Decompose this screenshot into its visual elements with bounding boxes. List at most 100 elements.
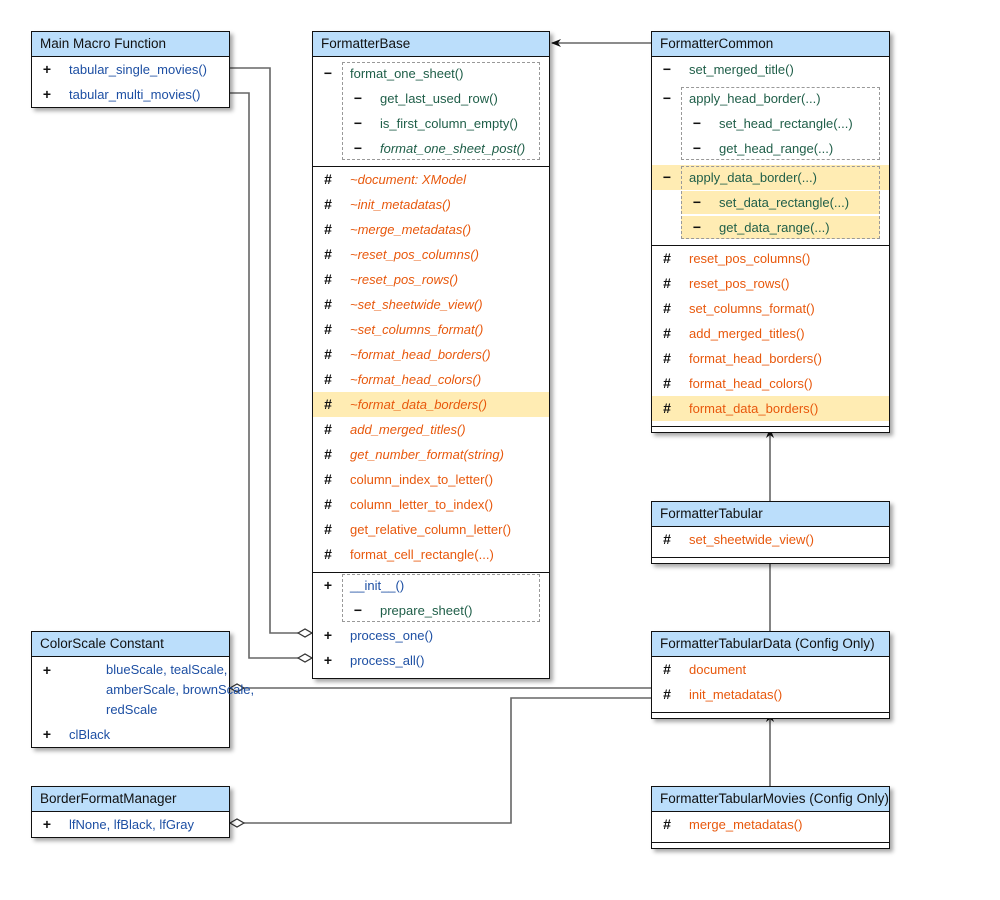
- member-text: merge_metadatas(): [689, 817, 803, 832]
- visibility-marker: #: [324, 496, 332, 512]
- member-text: set_data_rectangle(...): [719, 195, 850, 210]
- aggregation-diamond-icon: [296, 653, 314, 663]
- visibility-marker: #: [663, 661, 671, 677]
- member-text: __init__(): [350, 578, 405, 593]
- member-row: + __init__(): [313, 573, 549, 598]
- class-section: # ~document: XModel # ~init_metadatas() # ~me…: [313, 167, 549, 573]
- class-box-movies: FormatterTabularMovies (Config Only) # mer…: [651, 786, 890, 849]
- visibility-marker: #: [324, 346, 332, 362]
- member-text: format_one_sheet(): [350, 66, 464, 81]
- visibility-marker: #: [663, 686, 671, 702]
- visibility-marker: −: [662, 61, 672, 77]
- member-row: − set_head_rectangle(...): [652, 111, 889, 136]
- visibility-marker: #: [663, 325, 671, 341]
- member-text: process_all(): [350, 653, 425, 668]
- member-row: # ~reset_pos_columns(): [313, 242, 549, 267]
- member-row: # format_head_colors(): [652, 371, 889, 396]
- member-text: blueScale, tealScale, amberScale, brownS…: [106, 661, 255, 717]
- visibility-marker: #: [663, 350, 671, 366]
- member-text: set_merged_title(): [689, 62, 794, 77]
- member-row: # ~reset_pos_rows(): [313, 267, 549, 292]
- member-row: − prepare_sheet(): [313, 598, 549, 623]
- class-section: # reset_pos_columns() # reset_pos_rows() # se…: [652, 246, 889, 427]
- visibility-marker: #: [324, 546, 332, 562]
- visibility-marker: +: [323, 652, 333, 668]
- class-section: # set_sheetwide_view(): [652, 527, 889, 558]
- member-text: ~merge_metadatas(): [350, 222, 472, 237]
- member-row: + process_all(): [313, 648, 549, 673]
- member-text: format_one_sheet_post(): [380, 141, 526, 156]
- class-section: − format_one_sheet() − get_last_used_row() −…: [313, 61, 549, 167]
- visibility-marker: #: [663, 531, 671, 547]
- visibility-marker: −: [662, 169, 672, 185]
- method-group: − format_one_sheet() − get_last_used_row() −…: [313, 61, 549, 161]
- member-row: # add_merged_titles(): [313, 417, 549, 442]
- visibility-marker: #: [324, 296, 332, 312]
- visibility-marker: +: [42, 61, 52, 77]
- member-row: # format_cell_rectangle(...): [313, 542, 549, 567]
- member-row: − format_one_sheet(): [313, 61, 549, 86]
- visibility-marker: −: [662, 90, 672, 106]
- method-group: − apply_data_border(...) − set_data_rectang…: [652, 165, 889, 240]
- visibility-marker: #: [324, 421, 332, 437]
- member-row: + blueScale, tealScale, amberScale, brown…: [32, 657, 254, 722]
- member-text: process_one(): [350, 628, 434, 643]
- visibility-marker: −: [692, 219, 702, 235]
- class-section: [652, 843, 889, 848]
- member-text: add_merged_titles(): [689, 326, 805, 341]
- member-row: # column_index_to_letter(): [313, 467, 549, 492]
- member-text: ~format_head_colors(): [350, 372, 482, 387]
- member-row: # format_data_borders(): [652, 396, 889, 421]
- member-text: format_data_borders(): [689, 401, 819, 416]
- member-row: − apply_data_border(...): [652, 165, 889, 190]
- member-text: lfNone, lfBlack, lfGray: [69, 817, 194, 832]
- member-row: + clBlack: [32, 722, 229, 747]
- member-row: # ~format_head_borders(): [313, 342, 549, 367]
- visibility-marker: +: [42, 726, 52, 742]
- member-row: # ~document: XModel: [313, 167, 549, 192]
- member-row: − set_data_rectangle(...): [652, 190, 889, 215]
- member-text: ~init_metadatas(): [350, 197, 451, 212]
- visibility-marker: −: [692, 194, 702, 210]
- visibility-marker: +: [42, 86, 52, 102]
- member-row: # format_head_borders(): [652, 346, 889, 371]
- visibility-marker: −: [353, 115, 363, 131]
- member-text: init_metadatas(): [689, 687, 783, 702]
- member-text: format_head_colors(): [689, 376, 813, 391]
- aggregation-diamond-icon: [228, 818, 246, 828]
- class-title: FormatterTabularData (Config Only): [652, 632, 889, 657]
- member-text: ~reset_pos_columns(): [350, 247, 479, 262]
- visibility-marker: #: [324, 521, 332, 537]
- member-text: apply_head_border(...): [689, 91, 821, 106]
- member-text: ~document: XModel: [350, 172, 466, 187]
- class-section: + lfNone, lfBlack, lfGray: [32, 812, 229, 837]
- class-box-main: Main Macro Function + tabular_single_movie…: [31, 31, 230, 108]
- member-row: # get_number_format(string): [313, 442, 549, 467]
- member-text: document: [689, 662, 747, 677]
- visibility-marker: +: [42, 816, 52, 832]
- class-title: FormatterTabularMovies (Config Only): [652, 787, 889, 812]
- class-section: + blueScale, tealScale, amberScale, brown…: [32, 657, 254, 747]
- class-box-tabdata: FormatterTabularData (Config Only) # docum…: [651, 631, 890, 719]
- class-section: − set_merged_title() − apply_head_border(..…: [652, 57, 889, 246]
- member-text: format_cell_rectangle(...): [350, 547, 494, 562]
- aggregation-diamond-icon: [296, 628, 314, 638]
- member-row: # ~format_data_borders(): [313, 392, 549, 417]
- member-text: ~set_sheetwide_view(): [350, 297, 483, 312]
- member-row: − get_last_used_row(): [313, 86, 549, 111]
- visibility-marker: #: [324, 446, 332, 462]
- member-text: set_head_rectangle(...): [719, 116, 853, 131]
- member-text: tabular_single_movies(): [69, 62, 208, 77]
- member-text: ~format_data_borders(): [350, 397, 487, 412]
- method-group: − apply_head_border(...) − set_head_rectang…: [652, 86, 889, 161]
- member-text: get_head_range(...): [719, 141, 834, 156]
- member-text: ~set_columns_format(): [350, 322, 484, 337]
- visibility-marker: #: [663, 250, 671, 266]
- visibility-marker: #: [663, 400, 671, 416]
- class-title: ColorScale Constant: [32, 632, 229, 657]
- visibility-marker: −: [692, 115, 702, 131]
- member-row: # document: [652, 657, 889, 682]
- visibility-marker: −: [353, 140, 363, 156]
- class-box-color: ColorScale Constant + blueScale, tealScale…: [31, 631, 254, 748]
- member-row: # set_sheetwide_view(): [652, 527, 889, 552]
